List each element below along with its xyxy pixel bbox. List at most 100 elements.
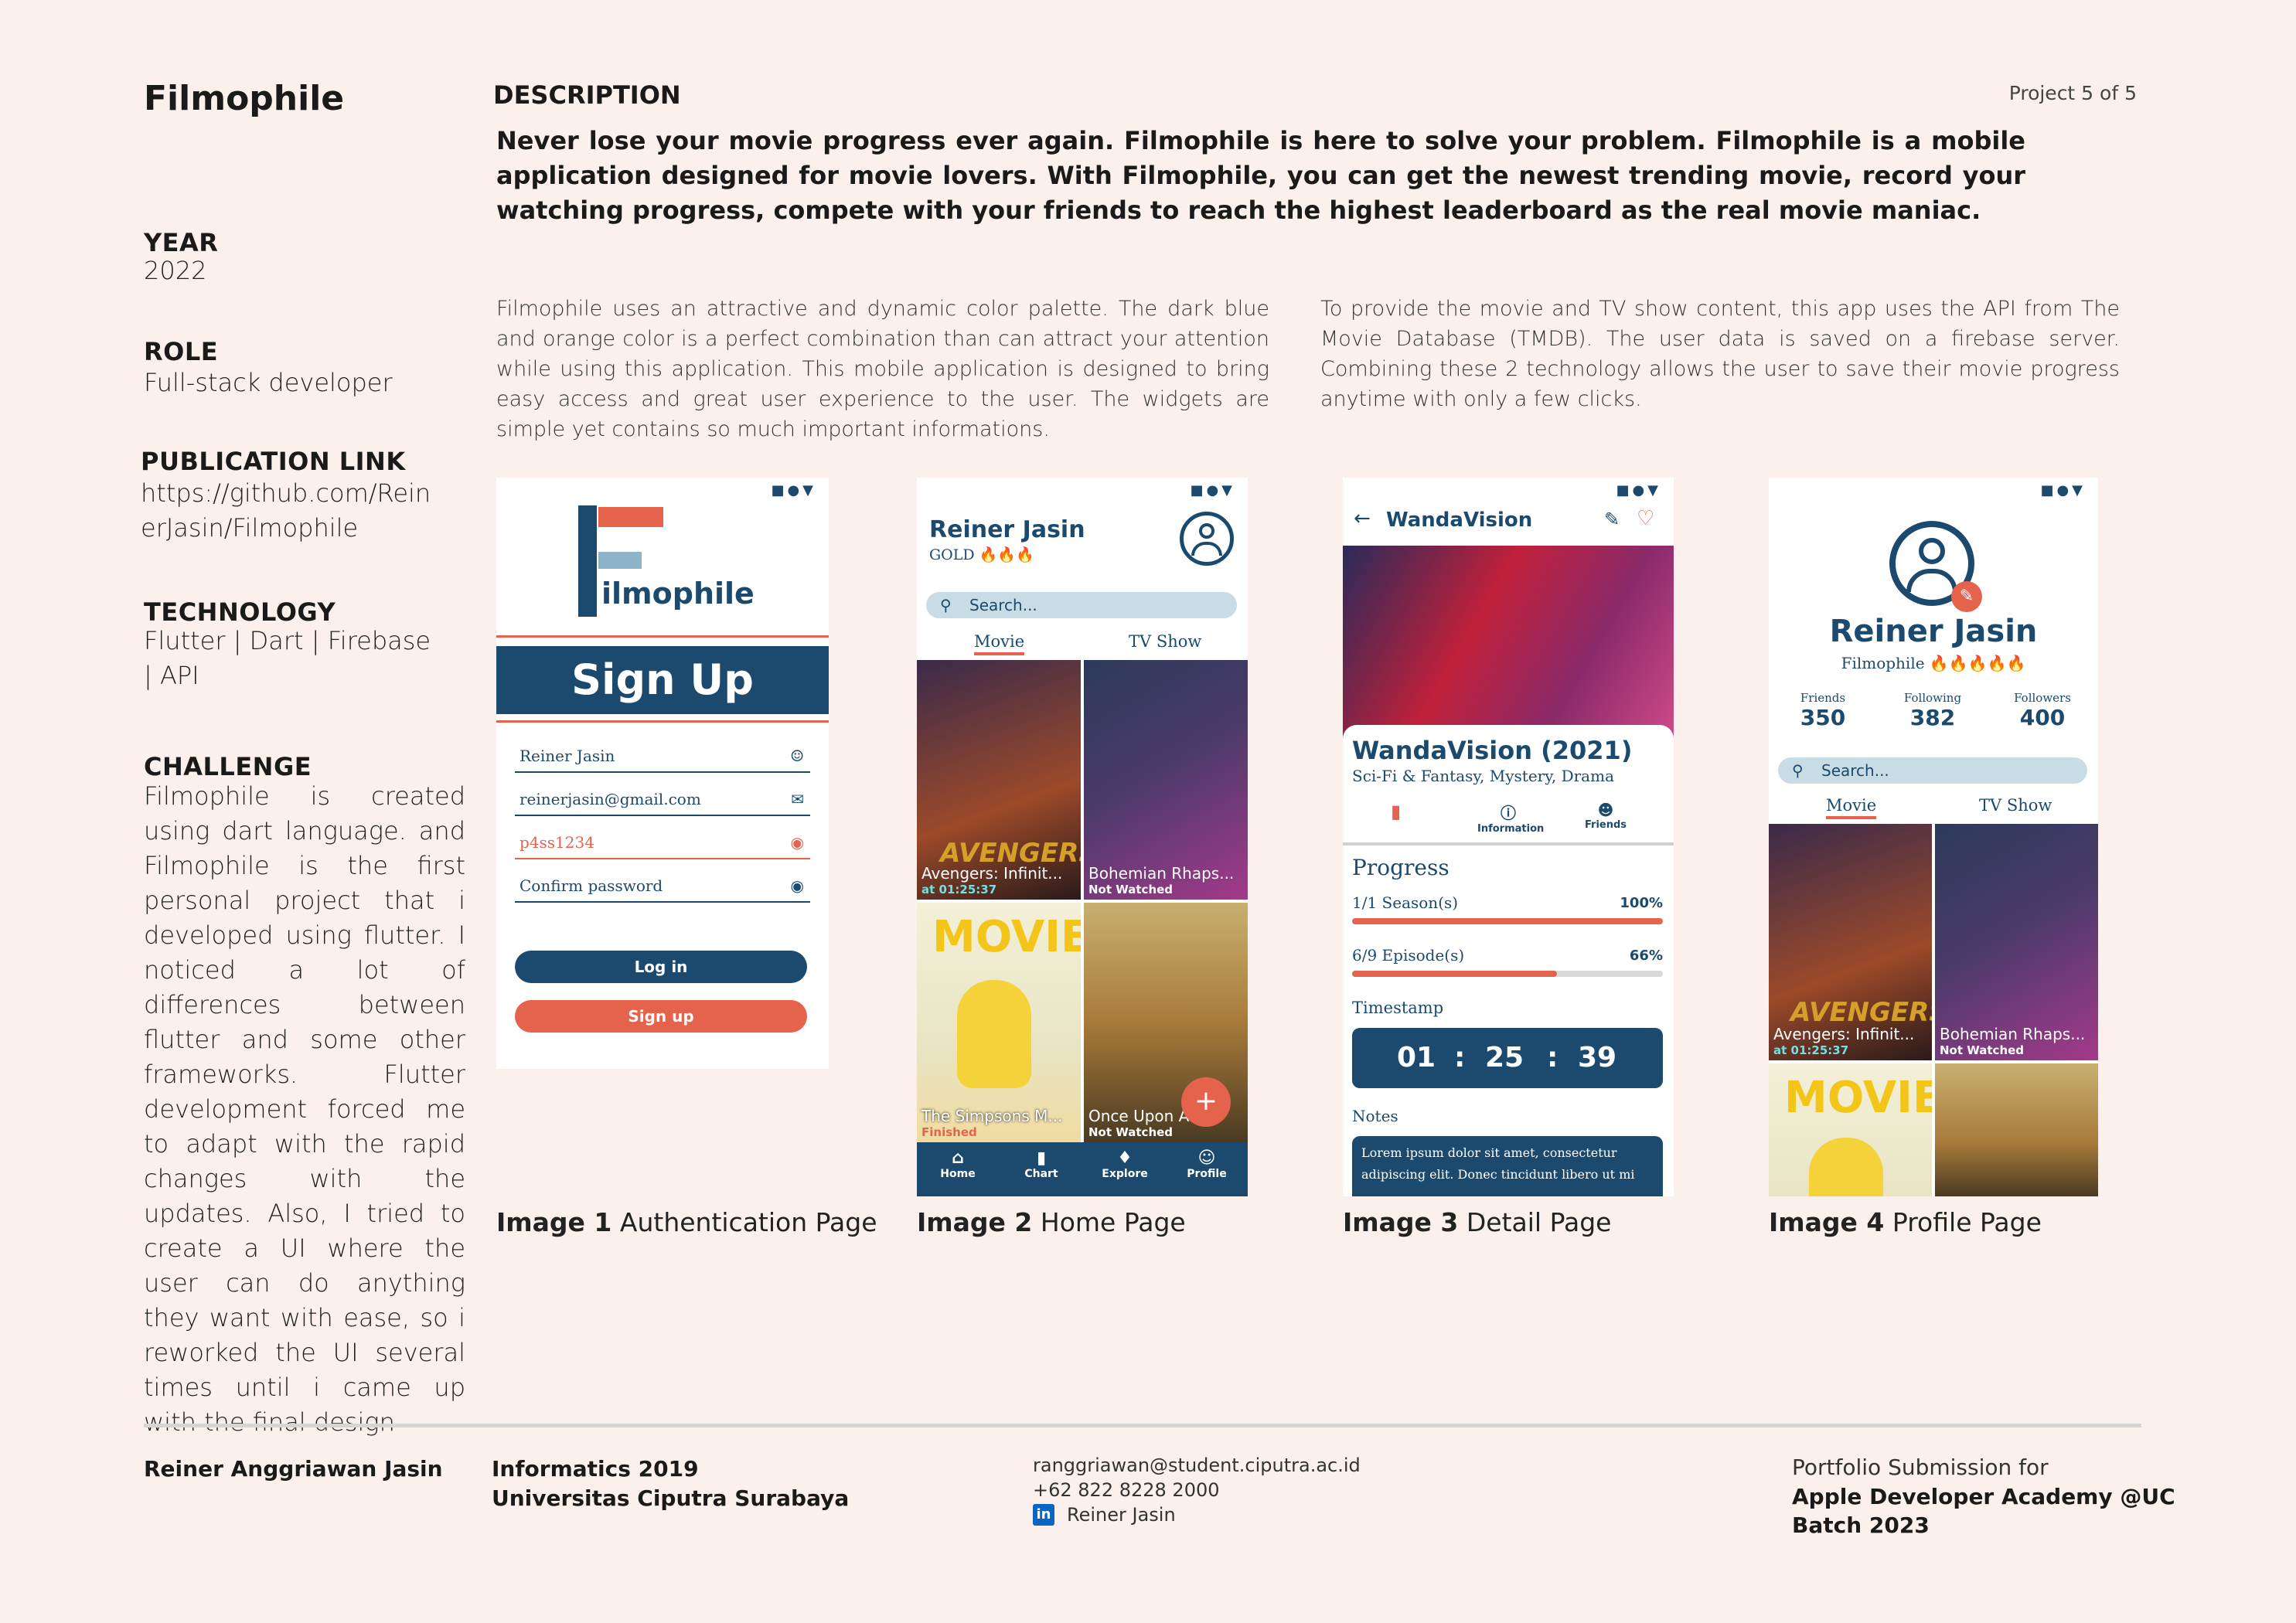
avatar-icon[interactable]	[1180, 512, 1234, 566]
search-input[interactable]: ⚲ Search...	[926, 592, 1237, 618]
password-field[interactable]: p4ss1234 ◉	[515, 827, 810, 859]
stat-value: 382	[1909, 705, 1956, 730]
timestamp-minutes: 25	[1485, 1042, 1524, 1073]
email-field[interactable]: reinerjasin@gmail.com ✉	[515, 784, 810, 816]
tab-tv-show[interactable]: TV Show	[1129, 632, 1201, 651]
nav-chart[interactable]: ▮ Chart	[1008, 1148, 1075, 1180]
stat-label: Friends	[1800, 691, 1846, 705]
user-app-rank: Filmophile 🔥🔥🔥🔥🔥	[1841, 654, 2026, 672]
movie-tile[interactable]: MOVIE The Simpsons M... Finished	[917, 903, 1081, 1142]
episode-percent: 66%	[1629, 948, 1663, 964]
movie-title: Bohemian Rhaps...	[1940, 1025, 2086, 1043]
season-label: 1/1 Season(s)	[1352, 893, 1459, 912]
tab-movie[interactable]: Movie	[1826, 796, 1877, 819]
tab-information[interactable]: ⓘ Information	[1477, 801, 1544, 835]
caption-number: Image 1	[496, 1207, 612, 1237]
season-percent: 100%	[1620, 895, 1663, 911]
movie-status: at 01:25:37	[921, 883, 997, 897]
logo-text: ilmophile	[601, 577, 755, 611]
year-value: 2022	[144, 256, 207, 285]
nav-home-label: Home	[940, 1168, 976, 1180]
name-field[interactable]: Reiner Jasin ☺	[515, 740, 810, 773]
bell-icon: ♦	[1117, 1148, 1133, 1168]
portfolio-label: Portfolio Submission for	[1792, 1455, 2049, 1480]
signup-heading: Sign Up	[496, 646, 829, 714]
movie-title: Avengers: Infinit...	[921, 864, 1063, 883]
status-bar: ■●▼	[1190, 482, 1235, 498]
movie-tile[interactable]: AVENGERS Avengers: Infinit... at 01:25:3…	[917, 660, 1081, 900]
add-button[interactable]: +	[1181, 1077, 1231, 1127]
login-button[interactable]: Log in	[515, 951, 807, 983]
timestamp-seconds: 39	[1578, 1042, 1617, 1073]
friends-icon: ☻	[1597, 801, 1614, 819]
mail-icon: ✉	[791, 790, 804, 808]
nav-profile-label: Profile	[1187, 1168, 1227, 1180]
description-lead: Never lose your movie progress ever agai…	[496, 126, 2025, 225]
stat-friends[interactable]: Friends 350	[1784, 691, 1862, 730]
nav-explore[interactable]: ♦ Explore	[1092, 1148, 1158, 1180]
stat-followers[interactable]: Followers 400	[2004, 691, 2081, 730]
movie-tile[interactable]: MOVIE	[1769, 1063, 1932, 1196]
caption-number: Image 3	[1343, 1207, 1459, 1237]
search-input[interactable]: ⚲ Search...	[1778, 757, 2087, 784]
linkedin-icon[interactable]: in	[1033, 1504, 1054, 1526]
eye-icon[interactable]: ◉	[791, 876, 804, 895]
show-poster	[1343, 546, 1674, 742]
caption-image-3: Image 3 Detail Page	[1343, 1207, 1611, 1237]
caption-image-1: Image 1 Authentication Page	[496, 1207, 877, 1237]
contact-email[interactable]: ranggriawan@student.ciputra.ac.id	[1033, 1455, 1361, 1476]
search-icon: ⚲	[940, 596, 952, 614]
caption-text: Detail Page	[1466, 1207, 1612, 1237]
edit-icon[interactable]: ✎	[1604, 509, 1620, 530]
signup-button[interactable]: Sign up	[515, 1000, 807, 1033]
publication-link[interactable]: https://github.com/ReinerJasin/Filmophil…	[141, 476, 434, 546]
tab-movie[interactable]: Movie	[974, 632, 1025, 655]
nav-home[interactable]: ⌂ Home	[925, 1148, 991, 1180]
timestamp-display[interactable]: 01 : 25 : 39	[1352, 1028, 1663, 1088]
movie-title: The Simpsons M...	[921, 1107, 1063, 1125]
confirm-password-field[interactable]: Confirm password ◉	[515, 870, 810, 903]
linkedin-name[interactable]: Reiner Jasin	[1067, 1504, 1176, 1526]
nav-explore-label: Explore	[1102, 1168, 1148, 1180]
movie-tile[interactable]: Bohemian Rhaps... Not Watched	[1084, 660, 1248, 900]
eye-icon[interactable]: ◉	[791, 833, 804, 852]
description-heading: DESCRIPTION	[493, 80, 681, 110]
show-genres: Sci-Fi & Fantasy, Mystery, Drama	[1352, 767, 1614, 785]
poster-art	[957, 980, 1031, 1088]
stat-label: Following	[1903, 691, 1962, 705]
technology-label: TECHNOLOGY	[144, 597, 336, 627]
detail-screen: ■●▼ ← WandaVision ✎ ♡ WandaVision (2021)…	[1343, 478, 1674, 1196]
notes-box[interactable]: Lorem ipsum dolor sit amet, consectetur …	[1352, 1136, 1663, 1196]
author-name: Reiner Anggriawan Jasin	[144, 1456, 443, 1482]
notes-label: Notes	[1352, 1107, 1398, 1125]
tab-friends-label: Friends	[1584, 819, 1627, 831]
heart-icon[interactable]: ♡	[1637, 507, 1654, 530]
stat-label: Followers	[2014, 691, 2071, 705]
home-icon: ⌂	[952, 1148, 964, 1168]
movie-tile[interactable]	[1935, 1063, 2098, 1196]
divider	[1343, 842, 1674, 846]
publication-link-label: PUBLICATION LINK	[141, 447, 406, 476]
stat-following[interactable]: Following 382	[1894, 691, 1971, 730]
user-icon: ☺	[790, 747, 804, 765]
tab-friends[interactable]: ☻ Friends	[1575, 801, 1637, 831]
poster-art	[1809, 1138, 1883, 1196]
movie-tile[interactable]: AVENGERS Avengers: Infinit... at 01:25:3…	[1769, 824, 1932, 1060]
back-arrow-icon[interactable]: ←	[1354, 507, 1371, 530]
movie-status: Not Watched	[1088, 883, 1174, 897]
search-placeholder: Search...	[1821, 761, 1889, 780]
movie-tile[interactable]: Bohemian Rhaps... Not Watched	[1935, 824, 2098, 1060]
edit-avatar-icon[interactable]: ✎	[1951, 581, 1982, 612]
tab-tv-show[interactable]: TV Show	[1979, 796, 2052, 815]
caption-text: Authentication Page	[619, 1207, 877, 1237]
timestamp-label: Timestamp	[1352, 999, 1444, 1017]
chart-icon[interactable]: ▮	[1391, 801, 1401, 822]
description-col1: Filmophile uses an attractive and dynami…	[496, 297, 1269, 441]
nav-chart-label: Chart	[1024, 1168, 1058, 1180]
technology-value: Flutter | Dart | Firebase | API	[144, 626, 431, 690]
home-screen: ■●▼ Reiner Jasin GOLD 🔥🔥🔥 ⚲ Search... Mov…	[917, 478, 1248, 1196]
status-bar: ■●▼	[1616, 482, 1661, 498]
caption-image-4: Image 4 Profile Page	[1769, 1207, 2042, 1237]
logo-bar-mid	[598, 552, 642, 569]
nav-profile[interactable]: ☺ Profile	[1174, 1148, 1240, 1180]
